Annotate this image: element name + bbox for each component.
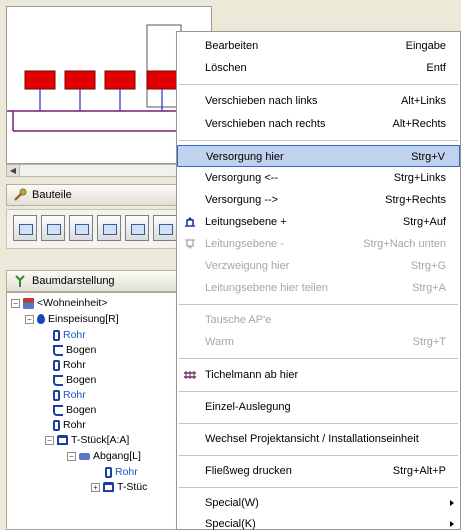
menu-item-tausche-ape[interactable]: Tausche AP'e: [177, 309, 460, 331]
pipe-icon: [53, 359, 60, 371]
pipe-icon: [105, 466, 112, 478]
menu-separator: [179, 84, 458, 85]
menu-item-loeschen[interactable]: Löschen Entf: [177, 57, 460, 79]
branch-icon: [79, 452, 90, 460]
menu-separator: [179, 358, 458, 359]
part-tile-2[interactable]: [41, 215, 65, 241]
pipe-icon: [53, 329, 60, 341]
tree-item[interactable]: Bogen: [53, 373, 96, 387]
part-tile-4[interactable]: [97, 215, 121, 241]
menu-separator: [179, 140, 458, 141]
level-down-icon: [185, 239, 195, 249]
menu-item-versorgung-links[interactable]: Versorgung <-- Strg+Links: [177, 167, 460, 189]
house-icon: [23, 297, 34, 309]
tee-icon: [57, 435, 68, 445]
menu-item-versorgung-rechts[interactable]: Versorgung --> Strg+Rechts: [177, 189, 460, 211]
tree-item[interactable]: Rohr: [53, 358, 86, 372]
bauteile-label: Bauteile: [32, 189, 72, 201]
tree-item[interactable]: + T-Stüc: [91, 480, 147, 494]
tee-icon: [103, 482, 114, 492]
menu-separator: [179, 455, 458, 456]
menu-item-leitungsebene-minus[interactable]: Leitungsebene - Strg+Nach unten: [177, 233, 460, 255]
drop-icon: [37, 314, 45, 324]
menu-item-leitungsebene-plus[interactable]: Leitungsebene + Strg+Auf: [177, 211, 460, 233]
submenu-arrow-icon: [450, 521, 454, 527]
menu-item-tichelmann[interactable]: Tichelmann ab hier: [177, 364, 460, 386]
collapse-toggle[interactable]: −: [11, 298, 20, 308]
menu-separator: [179, 304, 458, 305]
tree-item[interactable]: − <Wohneinheit>: [11, 296, 107, 310]
menu-item-verschieben-links[interactable]: Verschieben nach links Alt+Links: [177, 90, 460, 112]
part-tile-3[interactable]: [69, 215, 93, 241]
tree-item[interactable]: Rohr: [105, 465, 138, 479]
tichelmann-icon: [184, 371, 196, 379]
context-menu: Bearbeiten Eingabe Löschen Entf Verschie…: [176, 31, 461, 530]
tree-item[interactable]: Bogen: [53, 403, 96, 417]
wrench-icon: [14, 188, 27, 201]
pipe-icon: [53, 419, 60, 431]
pipe-icon: [53, 389, 60, 401]
tree-item[interactable]: Rohr: [53, 388, 86, 402]
menu-item-versorgung-hier[interactable]: Versorgung hier Strg+V: [177, 145, 460, 167]
menu-separator: [179, 391, 458, 392]
menu-item-einzel-auslegung[interactable]: Einzel-Auslegung: [177, 396, 460, 418]
radiator-3: [104, 70, 136, 90]
part-tile-5[interactable]: [125, 215, 149, 241]
menu-item-wechsel-projektansicht[interactable]: Wechsel Projektansicht / Installationsei…: [177, 428, 460, 450]
tree-item[interactable]: − T-Stück[A:A]: [45, 433, 129, 447]
tree-item[interactable]: Rohr: [53, 328, 86, 342]
collapse-toggle[interactable]: −: [45, 435, 54, 445]
tree-item[interactable]: Bogen: [53, 343, 96, 357]
bend-icon: [53, 344, 63, 356]
collapse-toggle[interactable]: −: [25, 314, 34, 324]
tree-item[interactable]: Rohr: [53, 418, 86, 432]
baum-label: Baumdarstellung: [32, 275, 115, 287]
menu-item-warm[interactable]: Warm Strg+T: [177, 331, 460, 353]
collapse-toggle[interactable]: −: [67, 451, 76, 461]
bend-icon: [53, 404, 63, 416]
menu-item-fliessweg-drucken[interactable]: Fließweg drucken Strg+Alt+P: [177, 460, 460, 482]
radiator-1: [24, 70, 56, 90]
part-tile-6[interactable]: [153, 215, 177, 241]
bend-icon: [53, 374, 63, 386]
menu-item-bearbeiten[interactable]: Bearbeiten Eingabe: [177, 35, 460, 57]
scroll-left-button[interactable]: ◀: [7, 165, 20, 176]
submenu-arrow-icon: [450, 500, 454, 506]
radiator-4: [146, 70, 178, 90]
tree-item[interactable]: − Abgang[L]: [67, 449, 141, 463]
menu-item-leitungsebene-teilen[interactable]: Leitungsebene hier teilen Strg+A: [177, 277, 460, 299]
radiator-2: [64, 70, 96, 90]
tree-item[interactable]: − Einspeisung[R]: [25, 312, 119, 326]
level-up-icon: [185, 217, 195, 227]
menu-item-special-w[interactable]: Special(W): [177, 492, 460, 514]
collapse-toggle[interactable]: +: [91, 482, 100, 492]
part-tile-1[interactable]: [13, 215, 37, 241]
menu-item-special-k[interactable]: Special(K): [177, 513, 460, 530]
menu-item-verzweigung-hier[interactable]: Verzweigung hier Strg+G: [177, 255, 460, 277]
menu-separator: [179, 487, 458, 488]
menu-item-verschieben-rechts[interactable]: Verschieben nach rechts Alt+Rechts: [177, 113, 460, 135]
tree-view-icon: [15, 275, 25, 287]
menu-separator: [179, 423, 458, 424]
